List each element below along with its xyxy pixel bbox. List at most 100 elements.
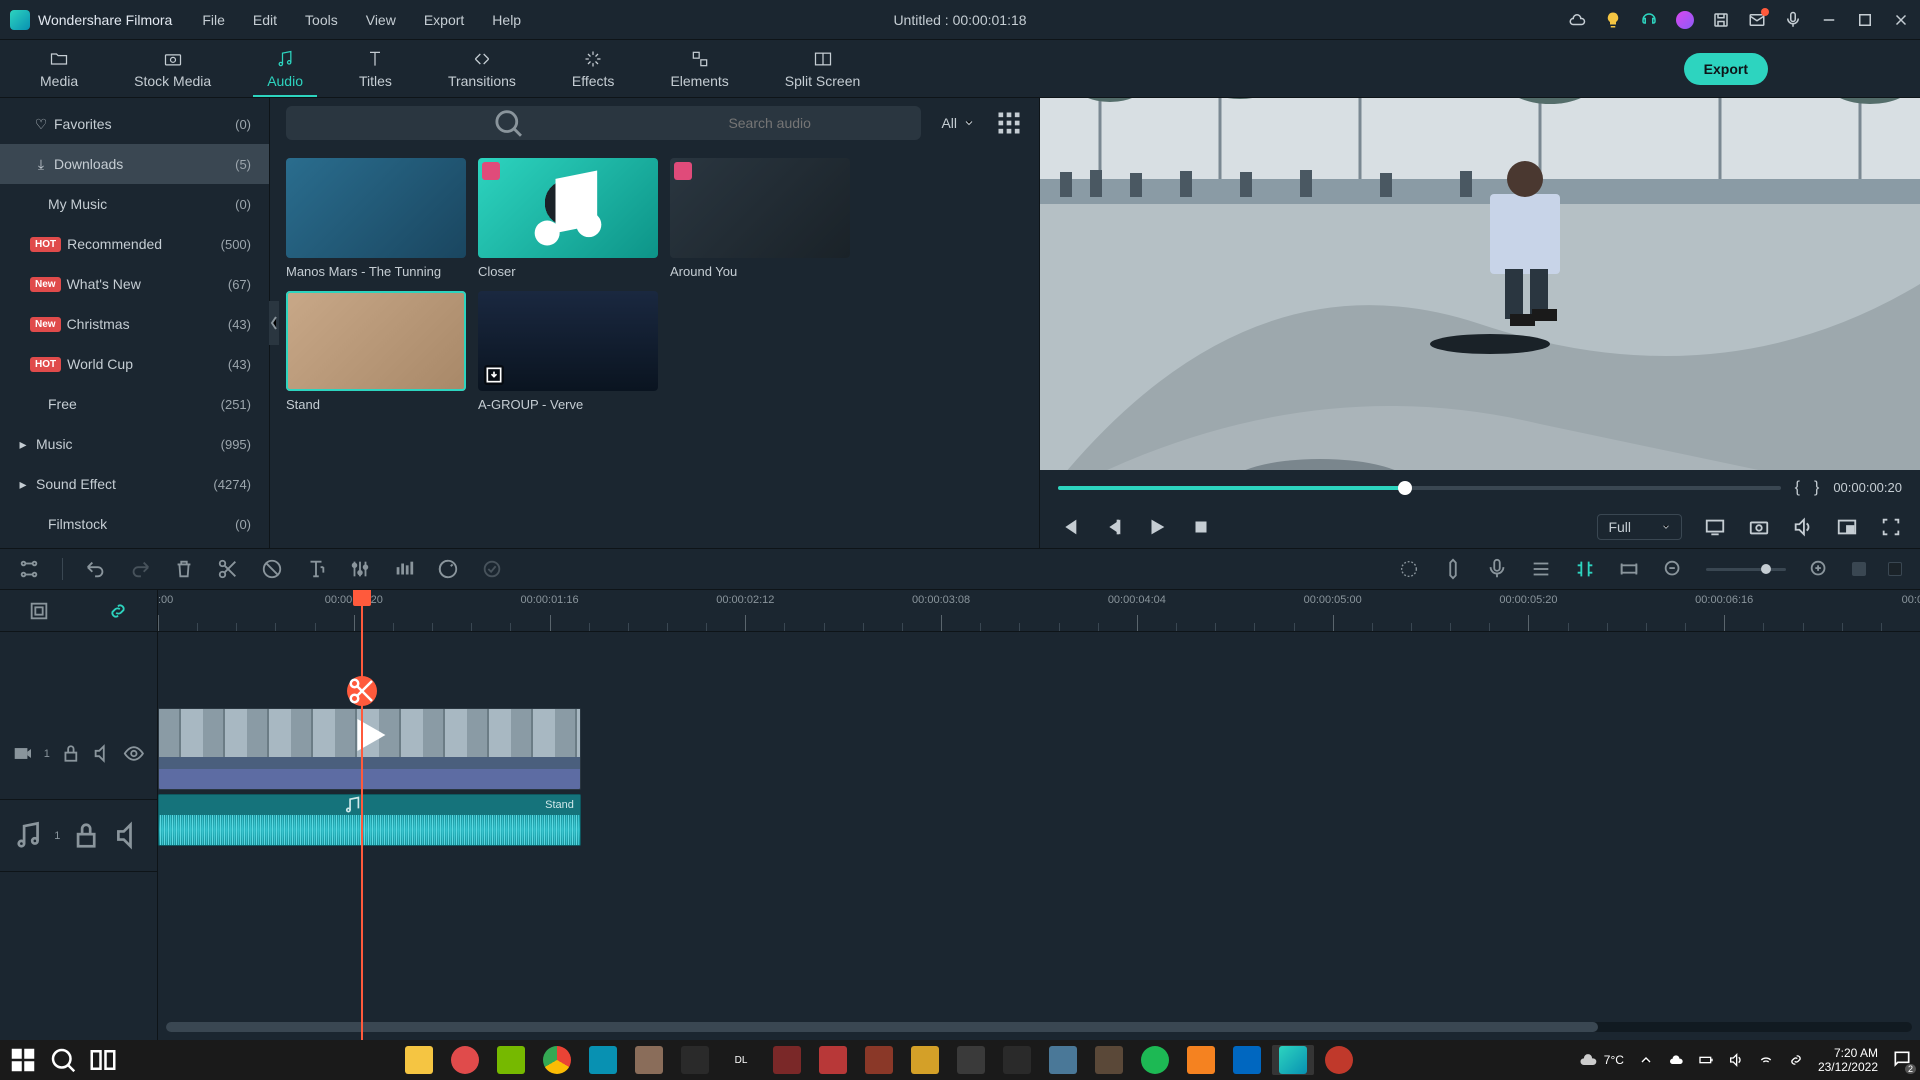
preview-video[interactable] bbox=[1040, 98, 1920, 470]
taskbar-app-spotify[interactable] bbox=[1134, 1045, 1176, 1075]
audio-thumb[interactable]: Around You bbox=[670, 158, 850, 279]
lock-icon[interactable] bbox=[70, 800, 102, 871]
mic-download-icon[interactable] bbox=[1784, 11, 1802, 29]
sidebar-item-filmstock[interactable]: Filmstock(0) bbox=[0, 504, 269, 544]
taskbar-app-21[interactable] bbox=[1318, 1045, 1360, 1075]
start-button[interactable] bbox=[8, 1045, 38, 1075]
mute-icon[interactable] bbox=[113, 800, 145, 871]
taskbar-app-3[interactable] bbox=[490, 1045, 532, 1075]
play-button[interactable] bbox=[1146, 516, 1168, 538]
sidebar-item-recommended[interactable]: HOT Recommended(500) bbox=[0, 224, 269, 264]
display-mode-button[interactable] bbox=[1704, 516, 1726, 538]
crop-button[interactable] bbox=[261, 558, 283, 580]
menu-file[interactable]: File bbox=[202, 12, 225, 28]
timeline-hscroll[interactable] bbox=[166, 1022, 1912, 1032]
mark-in-button[interactable]: { bbox=[1795, 479, 1800, 497]
render-button[interactable] bbox=[1398, 558, 1420, 580]
playhead-scissors-icon[interactable] bbox=[347, 676, 377, 706]
menu-edit[interactable]: Edit bbox=[253, 12, 277, 28]
playhead[interactable] bbox=[361, 590, 363, 1040]
audio-lane[interactable]: Stand bbox=[158, 794, 1920, 846]
visibility-icon[interactable] bbox=[123, 708, 145, 799]
sidebar-item-my-music[interactable]: My Music(0) bbox=[0, 184, 269, 224]
search-box[interactable] bbox=[286, 106, 921, 140]
hscroll-thumb[interactable] bbox=[166, 1022, 1598, 1032]
play-backward-button[interactable] bbox=[1102, 516, 1124, 538]
color-button[interactable] bbox=[437, 558, 459, 580]
taskbar-app-10[interactable] bbox=[812, 1045, 854, 1075]
lightbulb-icon[interactable] bbox=[1604, 11, 1622, 29]
tab-transitions[interactable]: Transitions bbox=[420, 40, 544, 97]
auto-ripple-button[interactable] bbox=[1574, 558, 1596, 580]
zoom-fit-button2[interactable] bbox=[1888, 562, 1902, 576]
video-clip[interactable] bbox=[158, 708, 581, 790]
sidebar-item-what-s-new[interactable]: New What's New(67) bbox=[0, 264, 269, 304]
manage-tracks-button[interactable] bbox=[28, 600, 50, 622]
taskbar-app-15[interactable] bbox=[1042, 1045, 1084, 1075]
search-input[interactable] bbox=[728, 115, 909, 131]
taskbar-app-5[interactable] bbox=[582, 1045, 624, 1075]
playhead-handle[interactable] bbox=[353, 590, 371, 606]
tray-onedrive-icon[interactable] bbox=[1668, 1052, 1684, 1068]
menu-export[interactable]: Export bbox=[424, 12, 464, 28]
zoom-in-button[interactable] bbox=[1808, 558, 1830, 580]
tab-stock-media[interactable]: Stock Media bbox=[106, 40, 239, 97]
timeline-ruler[interactable]: :00:0000:00:00:2000:00:01:1600:00:02:120… bbox=[158, 590, 1920, 632]
taskbar-app-explorer[interactable] bbox=[398, 1045, 440, 1075]
link-tracks-button[interactable] bbox=[107, 600, 129, 622]
quality-dropdown[interactable]: Full bbox=[1597, 514, 1682, 540]
taskbar-app-chrome[interactable] bbox=[536, 1045, 578, 1075]
zoom-knob[interactable] bbox=[1761, 564, 1771, 574]
tab-split-screen[interactable]: Split Screen bbox=[757, 40, 888, 97]
audio-thumb[interactable]: Closer bbox=[478, 158, 658, 279]
taskbar-app-14[interactable] bbox=[996, 1045, 1038, 1075]
download-overlay-icon[interactable] bbox=[484, 365, 504, 385]
fullscreen-button[interactable] bbox=[1880, 516, 1902, 538]
taskbar-app-vlc[interactable] bbox=[1180, 1045, 1222, 1075]
tab-elements[interactable]: Elements bbox=[642, 40, 756, 97]
split-button[interactable] bbox=[217, 558, 239, 580]
pip-button[interactable] bbox=[1836, 516, 1858, 538]
audio-thumb[interactable]: Stand bbox=[286, 291, 466, 412]
voiceover-button[interactable] bbox=[1486, 558, 1508, 580]
scrub-knob[interactable] bbox=[1398, 481, 1412, 495]
minimize-icon[interactable] bbox=[1820, 11, 1838, 29]
undo-button[interactable] bbox=[85, 558, 107, 580]
sidebar-item-christmas[interactable]: New Christmas(43) bbox=[0, 304, 269, 344]
collapse-handle[interactable] bbox=[269, 301, 279, 345]
taskbar-app-9[interactable] bbox=[766, 1045, 808, 1075]
maximize-icon[interactable] bbox=[1856, 11, 1874, 29]
marker-button[interactable] bbox=[1442, 558, 1464, 580]
save-icon[interactable] bbox=[1712, 11, 1730, 29]
export-button[interactable]: Export bbox=[1684, 53, 1768, 85]
weather-widget[interactable]: 7°C bbox=[1578, 1050, 1624, 1070]
zoom-fit-button[interactable] bbox=[1852, 562, 1866, 576]
task-view-button[interactable] bbox=[88, 1045, 118, 1075]
audio-thumb[interactable]: A-GROUP - Verve bbox=[478, 291, 658, 412]
tab-titles[interactable]: Titles bbox=[331, 40, 420, 97]
scrub-bar[interactable] bbox=[1058, 486, 1781, 490]
grid-view-button[interactable] bbox=[995, 109, 1023, 137]
taskbar-clock[interactable]: 7:20 AM23/12/2022 bbox=[1818, 1046, 1878, 1074]
tray-volume-icon[interactable] bbox=[1728, 1052, 1744, 1068]
sidebar-item-sound-effect[interactable]: ▸Sound Effect(4274) bbox=[0, 464, 269, 504]
lock-icon[interactable] bbox=[60, 708, 82, 799]
menu-view[interactable]: View bbox=[366, 12, 396, 28]
cloud-icon[interactable] bbox=[1568, 11, 1586, 29]
notification-button[interactable]: 2 bbox=[1892, 1049, 1912, 1072]
sidebar-item-free[interactable]: Free(251) bbox=[0, 384, 269, 424]
video-lane[interactable] bbox=[158, 708, 1920, 790]
search-button[interactable] bbox=[48, 1045, 78, 1075]
tab-media[interactable]: Media bbox=[12, 40, 106, 97]
snap-button[interactable] bbox=[1618, 558, 1640, 580]
volume-button[interactable] bbox=[1792, 516, 1814, 538]
step-back-button[interactable] bbox=[1058, 516, 1080, 538]
message-icon[interactable] bbox=[1748, 11, 1766, 29]
delete-button[interactable] bbox=[173, 558, 195, 580]
mark-out-button[interactable]: } bbox=[1814, 479, 1819, 497]
audio-thumb[interactable]: Manos Mars - The Tunning bbox=[286, 158, 466, 279]
zoom-out-button[interactable] bbox=[1662, 558, 1684, 580]
sidebar-item-music[interactable]: ▸Music(995) bbox=[0, 424, 269, 464]
filter-dropdown[interactable]: All bbox=[933, 109, 983, 137]
close-icon[interactable] bbox=[1892, 11, 1910, 29]
